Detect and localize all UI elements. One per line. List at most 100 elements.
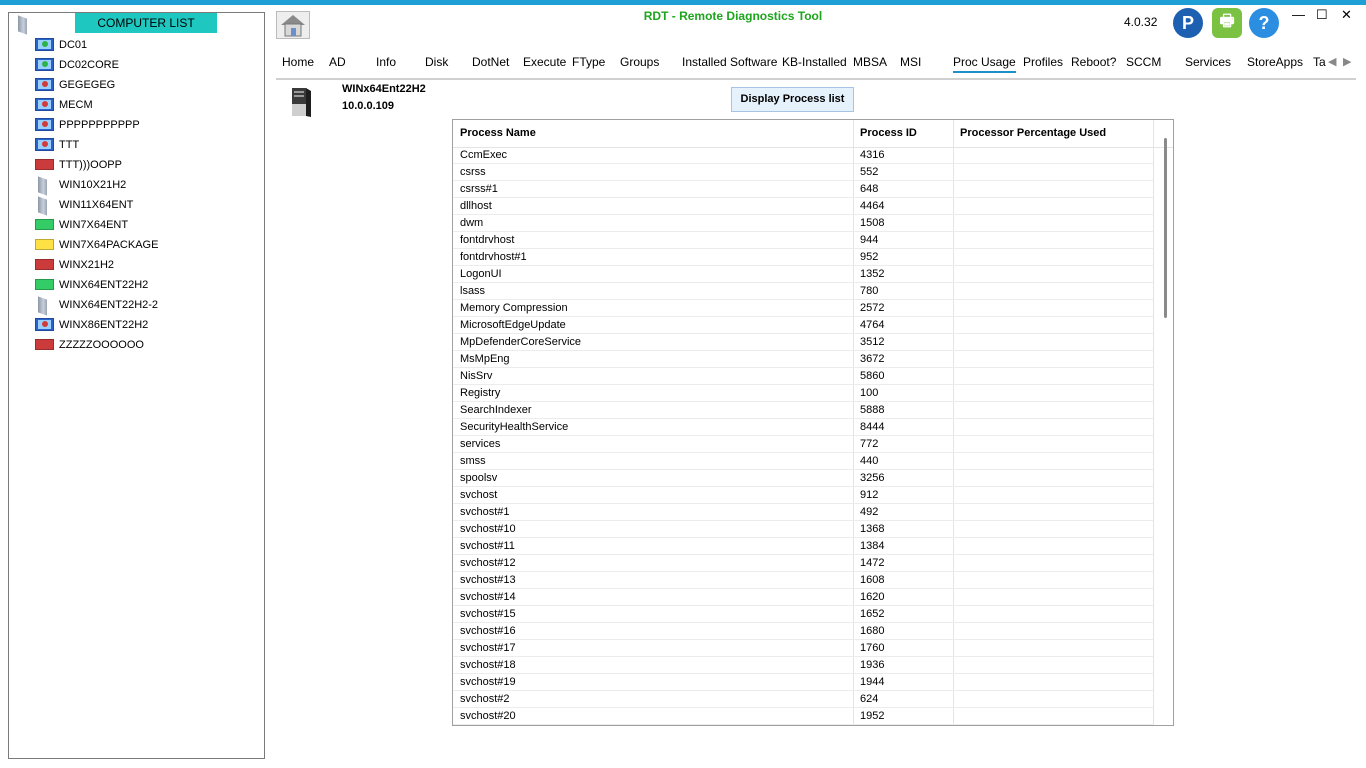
computer-list-item[interactable]: PPPPPPPPPPP [35,115,260,135]
tab-mbsa[interactable]: MBSA [853,55,887,69]
display-process-list-button[interactable]: Display Process list [731,87,854,112]
computer-list-item[interactable]: ZZZZZOOOOOO [35,335,260,355]
tab-ad[interactable]: AD [329,55,346,69]
table-row[interactable]: Memory Compression 2572 [453,300,1153,317]
table-row[interactable]: fontdrvhost 944 [453,232,1153,249]
table-row[interactable]: svchost#14 1620 [453,589,1153,606]
tab-msi[interactable]: MSI [900,55,921,69]
tab-scroll-left-icon[interactable]: ◀ [1328,55,1336,68]
tab-home[interactable]: Home [282,55,314,69]
computer-list-item[interactable]: DC01 [35,35,260,55]
status-bar-icon [35,238,54,252]
computer-list-item[interactable]: WIN7X64ENT [35,215,260,235]
table-row[interactable]: csrss 552 [453,164,1153,181]
tab-kb-installed[interactable]: KB-Installed [782,55,847,69]
table-row[interactable]: dllhost 4464 [453,198,1153,215]
computer-list-item[interactable]: WIN10X21H2 [35,175,260,195]
table-row[interactable]: Registry 100 [453,385,1153,402]
print-button[interactable]: 🖶 [1212,8,1242,38]
tab-sccm[interactable]: SCCM [1126,55,1161,69]
minimize-button[interactable]: — [1292,7,1305,22]
table-row[interactable]: MpDefenderCoreService 3512 [453,334,1153,351]
table-row[interactable]: SearchIndexer 5888 [453,402,1153,419]
table-row[interactable]: svchost#15 1652 [453,606,1153,623]
computer-list-item[interactable]: WIN7X64PACKAGE [35,235,260,255]
table-row[interactable]: CcmExec 4316 [453,147,1153,164]
table-row[interactable]: lsass 780 [453,283,1153,300]
tab-ta[interactable]: Ta [1313,55,1326,69]
table-row[interactable]: NisSrv 5860 [453,368,1153,385]
table-row[interactable]: SecurityHealthService 8444 [453,419,1153,436]
computer-list-item[interactable]: WINX64ENT22H2-2 [35,295,260,315]
tab-profiles[interactable]: Profiles [1023,55,1063,69]
table-row[interactable]: svchost#12 1472 [453,555,1153,572]
table-row[interactable]: spoolsv 3256 [453,470,1153,487]
process-name-cell: dwm [460,217,484,229]
process-name-cell: svchost#12 [460,557,516,569]
computer-tower-icon [35,198,54,212]
tab-info[interactable]: Info [376,55,396,69]
table-row[interactable]: svchost#20 1952 [453,708,1153,725]
table-row[interactable]: svchost 912 [453,487,1153,504]
computer-list-item[interactable]: TTT [35,135,260,155]
table-row[interactable]: MsMpEng 3672 [453,351,1153,368]
table-row[interactable]: dwm 1508 [453,215,1153,232]
tab-installed-software[interactable]: Installed Software [682,55,777,69]
maximize-button[interactable]: ☐ [1316,7,1328,23]
tab-dotnet[interactable]: DotNet [472,55,509,69]
computer-name: WIN10X21H2 [59,179,127,191]
process-id-cell: 1508 [860,217,885,229]
table-row[interactable]: svchost#2 624 [453,691,1153,708]
computer-list-item[interactable]: DC02CORE [35,55,260,75]
close-button[interactable]: ✕ [1341,7,1352,23]
vertical-scrollbar[interactable] [1164,138,1167,318]
table-row[interactable]: svchost#13 1608 [453,572,1153,589]
process-name-cell: fontdrvhost [460,234,515,246]
tab-storeapps[interactable]: StoreApps [1247,55,1303,69]
computer-list-item[interactable]: WINX86ENT22H2 [35,315,260,335]
computer-tower-icon [35,178,54,192]
computer-name: WINX64ENT22H2 [59,279,149,291]
computer-list-item[interactable]: WINX64ENT22H2 [35,275,260,295]
table-row[interactable]: LogonUI 1352 [453,266,1153,283]
table-row[interactable]: svchost#16 1680 [453,623,1153,640]
process-id-cell: 5888 [860,404,885,416]
tab-ftype[interactable]: FType [572,55,605,69]
computer-list-item[interactable]: WINX21H2 [35,255,260,275]
computer-name: DC01 [59,39,88,51]
table-row[interactable]: smss 440 [453,453,1153,470]
process-grid[interactable]: Process Name Process ID Processor Percen… [452,119,1174,726]
tab-reboot[interactable]: Reboot? [1071,55,1116,69]
process-id-cell: 4316 [860,149,885,161]
process-id-cell: 3256 [860,472,885,484]
process-id-cell: 780 [860,285,879,297]
column-header-process-id[interactable]: Process ID [860,127,917,139]
column-header-process-name[interactable]: Process Name [460,127,536,139]
computer-list-item[interactable]: GEGEGEG [35,75,260,95]
table-row[interactable]: svchost#1 492 [453,504,1153,521]
table-row[interactable]: svchost#19 1944 [453,674,1153,691]
table-row[interactable]: svchost#11 1384 [453,538,1153,555]
tab-execute[interactable]: Execute [523,55,566,69]
column-header-processor-percentage[interactable]: Processor Percentage Used [960,127,1106,139]
table-row[interactable]: MicrosoftEdgeUpdate 4764 [453,317,1153,334]
process-id-cell: 1944 [860,676,885,688]
paypal-button[interactable]: P [1173,8,1203,38]
table-row[interactable]: svchost#17 1760 [453,640,1153,657]
computer-list-item[interactable]: TTT)))OOPP [35,155,260,175]
computer-list-item[interactable]: MECM [35,95,260,115]
table-row[interactable]: svchost#10 1368 [453,521,1153,538]
tab-scroll-right-icon[interactable]: ▶ [1343,55,1351,68]
tab-proc-usage[interactable]: Proc Usage [953,55,1016,73]
table-row[interactable]: services 772 [453,436,1153,453]
table-row[interactable]: svchost#18 1936 [453,657,1153,674]
tab-disk[interactable]: Disk [425,55,448,69]
tab-services[interactable]: Services [1185,55,1231,69]
help-button[interactable]: ? [1249,8,1279,38]
table-row[interactable]: csrss#1 648 [453,181,1153,198]
monitor-icon [35,78,54,92]
table-row[interactable]: fontdrvhost#1 952 [453,249,1153,266]
computer-list-item[interactable]: WIN11X64ENT [35,195,260,215]
tab-groups[interactable]: Groups [620,55,659,69]
process-name-cell: csrss [460,166,486,178]
